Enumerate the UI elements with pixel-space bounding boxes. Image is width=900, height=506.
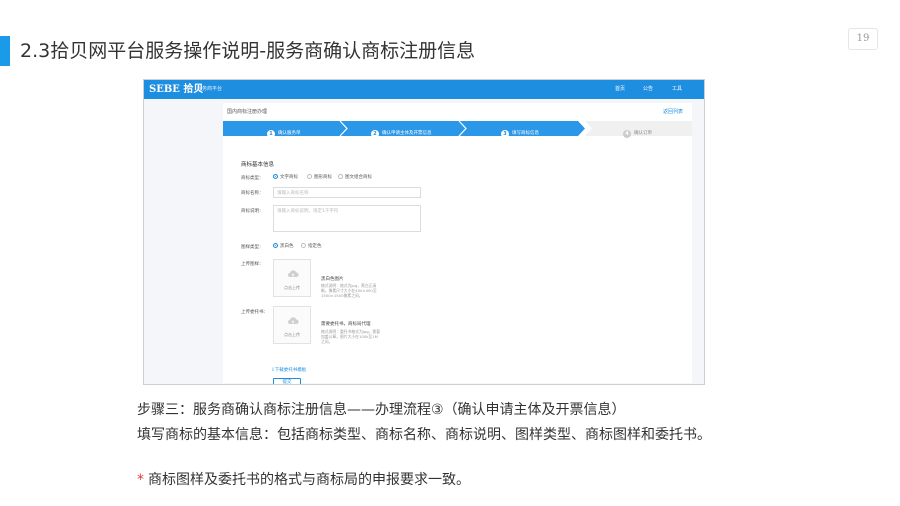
step-3-label: 填写商标信息 bbox=[512, 131, 539, 136]
slide-title: 2.3拾贝网平台服务操作说明-服务商确认商标注册信息 bbox=[20, 40, 476, 62]
step-1-label: 确认服务单 bbox=[278, 131, 301, 136]
proxy-hint-text: 格式说明：委托书格式为jpg，需要加盖公章，图片大小在100k至1M之间。 bbox=[321, 329, 381, 344]
radio-graphic-trademark-label: 图形商标 bbox=[314, 175, 332, 180]
image-hint-text: 格式说明：格式为jpg，黑白正清晰，像素尺寸大小在400×400至1500×15… bbox=[321, 283, 377, 298]
radio-specified-color-label: 指定色 bbox=[308, 244, 322, 249]
title-accent-bar bbox=[0, 36, 10, 66]
upload-image-box[interactable]: 点击上传 bbox=[273, 259, 311, 297]
trademark-desc-label: 商标说明： bbox=[241, 209, 264, 214]
upload-proxy-box[interactable]: 点击上传 bbox=[273, 306, 311, 344]
radio-text-trademark-label: 文字商标 bbox=[280, 175, 298, 180]
radio-graphic-trademark[interactable]: 图形商标 bbox=[307, 174, 332, 180]
radio-checked-icon bbox=[273, 243, 278, 248]
logo-subtitle: 服务商平台 bbox=[197, 86, 223, 92]
step-4-label: 确认订单 bbox=[634, 131, 652, 136]
radio-unchecked-icon bbox=[338, 174, 343, 179]
radio-specified-color[interactable]: 指定色 bbox=[301, 243, 322, 249]
radio-unchecked-icon bbox=[301, 243, 306, 248]
format-note: * 商标图样及委托书的格式与商标局的申报要求一致。 bbox=[137, 469, 470, 489]
download-proxy-template-link[interactable]: ⇩下载委托书模板 bbox=[271, 367, 306, 373]
trademark-name-label: 商标名称： bbox=[241, 191, 264, 196]
proxy-hint-title: 需要委托书，商标局代理 bbox=[321, 322, 371, 327]
image-hint-title: 黑白色图片 bbox=[321, 277, 344, 282]
upload-image-text: 点击上传 bbox=[284, 285, 300, 290]
radio-unchecked-icon bbox=[307, 174, 312, 179]
step-progress: 1 确认服务单 2 确认申请主体及开票信息 3 填写商标信息 4 确认订单 bbox=[223, 121, 692, 138]
upload-proxy-label: 上传委托书： bbox=[241, 310, 268, 315]
trademark-desc-textarea[interactable]: 请输入商标说明，限定1千字符 bbox=[273, 205, 421, 232]
cloud-upload-icon bbox=[288, 270, 299, 277]
app-screenshot: SEBE 拾贝 服务商平台 首页 公告 工具 国内商标注册办理 返回列表 1 确认… bbox=[143, 79, 705, 385]
app-header: SEBE 拾贝 服务商平台 首页 公告 工具 bbox=[144, 80, 704, 99]
logo: SEBE 拾贝 bbox=[149, 84, 204, 95]
step-4: 4 确认订单 bbox=[623, 123, 652, 138]
step-1: 1 确认服务单 bbox=[267, 123, 301, 138]
step-3: 3 填写商标信息 bbox=[501, 123, 539, 138]
step-description-line1: 步骤三：服务商确认商标注册信息——办理流程③（确认申请主体及开票信息） bbox=[137, 402, 626, 418]
step-3-number: 3 bbox=[501, 129, 509, 138]
upload-image-label: 上传图样： bbox=[241, 262, 264, 267]
page-number: 19 bbox=[848, 28, 878, 50]
submit-button[interactable]: 提交 bbox=[273, 378, 301, 384]
radio-black-white-label: 黑白色 bbox=[280, 244, 294, 249]
cloud-upload-icon bbox=[288, 317, 299, 324]
radio-checked-icon bbox=[273, 174, 278, 179]
form-section-title: 商标基本信息 bbox=[241, 162, 275, 168]
step-2: 2 确认申请主体及开票信息 bbox=[371, 123, 432, 138]
nav-home[interactable]: 首页 bbox=[615, 83, 625, 96]
download-link-label: 下载委托书模板 bbox=[274, 368, 307, 373]
trademark-name-input[interactable]: 请输入商标名称 bbox=[273, 187, 421, 198]
nav-notice[interactable]: 公告 bbox=[643, 83, 653, 96]
image-type-label: 图样类型： bbox=[241, 245, 264, 250]
radio-text-trademark[interactable]: 文字商标 bbox=[273, 174, 298, 180]
step-2-label: 确认申请主体及开票信息 bbox=[382, 131, 432, 136]
breadcrumb: 国内商标注册办理 bbox=[227, 109, 268, 115]
nav-tools[interactable]: 工具 bbox=[672, 83, 682, 96]
note-star: * bbox=[137, 472, 144, 488]
radio-combined-trademark-label: 图文组合商标 bbox=[345, 175, 372, 180]
note-text: 商标图样及委托书的格式与商标局的申报要求一致。 bbox=[148, 472, 470, 488]
step-4-number: 4 bbox=[623, 129, 631, 138]
main-panel: 国内商标注册办理 返回列表 1 确认服务单 2 确认申请主体及开票信息 3 填写商标信… bbox=[223, 103, 692, 384]
step-description-line2: 填写商标的基本信息：包括商标类型、商标名称、商标说明、图样类型、商标图样和委托书… bbox=[137, 427, 711, 443]
upload-proxy-text: 点击上传 bbox=[284, 332, 300, 337]
step-1-number: 1 bbox=[267, 129, 275, 138]
radio-combined-trademark[interactable]: 图文组合商标 bbox=[338, 174, 372, 180]
trademark-type-label: 商标类型： bbox=[241, 176, 264, 181]
step-2-number: 2 bbox=[371, 129, 379, 138]
back-to-list-link[interactable]: 返回列表 bbox=[663, 107, 683, 117]
radio-black-white[interactable]: 黑白色 bbox=[273, 243, 294, 249]
